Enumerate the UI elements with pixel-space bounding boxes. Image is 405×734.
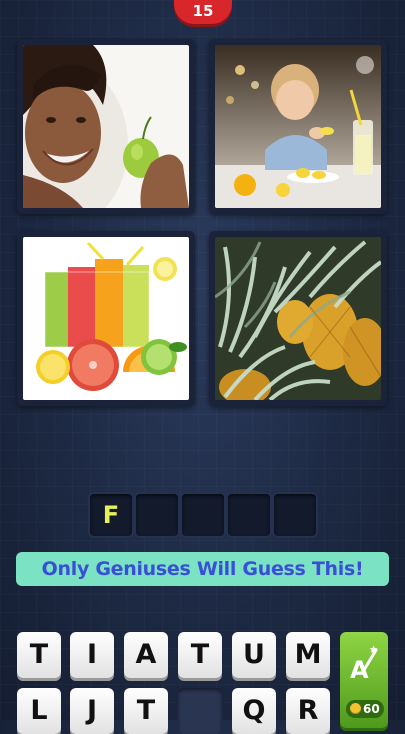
letter-key-11[interactable]: Q: [232, 688, 276, 734]
image-tile-1[interactable]: [17, 39, 195, 214]
letter-key-2[interactable]: I: [70, 632, 114, 678]
promo-banner: Only Geniuses Will Guess This!: [16, 552, 389, 586]
answer-slot-5[interactable]: [274, 494, 316, 536]
child-with-lemonade-image: [215, 45, 381, 208]
answer-slot-2[interactable]: [136, 494, 178, 536]
woman-with-apple-image: [23, 45, 189, 208]
fruit-juices-image: [23, 237, 189, 400]
coin-icon: [350, 703, 361, 714]
hint-coin-count: 60: [363, 702, 380, 716]
letter-key-5[interactable]: U: [232, 632, 276, 678]
letter-key-4[interactable]: T: [178, 632, 222, 678]
answer-slot-4[interactable]: [228, 494, 270, 536]
letter-key-1[interactable]: T: [17, 632, 61, 678]
letter-key-12[interactable]: R: [286, 688, 330, 734]
letter-key-7[interactable]: L: [17, 688, 61, 734]
image-tile-2[interactable]: [209, 39, 387, 214]
letter-key-3[interactable]: A: [124, 632, 168, 678]
level-badge: 15: [174, 0, 232, 24]
letter-key-9[interactable]: T: [124, 688, 168, 734]
hint-cost: 60: [346, 700, 384, 718]
letter-key-used: [178, 688, 222, 734]
answer-slot-3[interactable]: [182, 494, 224, 536]
svg-text:A: A: [350, 656, 369, 684]
pineapples-image: [215, 237, 381, 400]
image-tile-4[interactable]: [209, 231, 387, 406]
letter-key-8[interactable]: J: [70, 688, 114, 734]
answer-slot-1[interactable]: F: [90, 494, 132, 536]
letter-key-6[interactable]: M: [286, 632, 330, 678]
image-tile-3[interactable]: [17, 231, 195, 406]
magic-wand-letter-icon: A: [350, 645, 378, 684]
